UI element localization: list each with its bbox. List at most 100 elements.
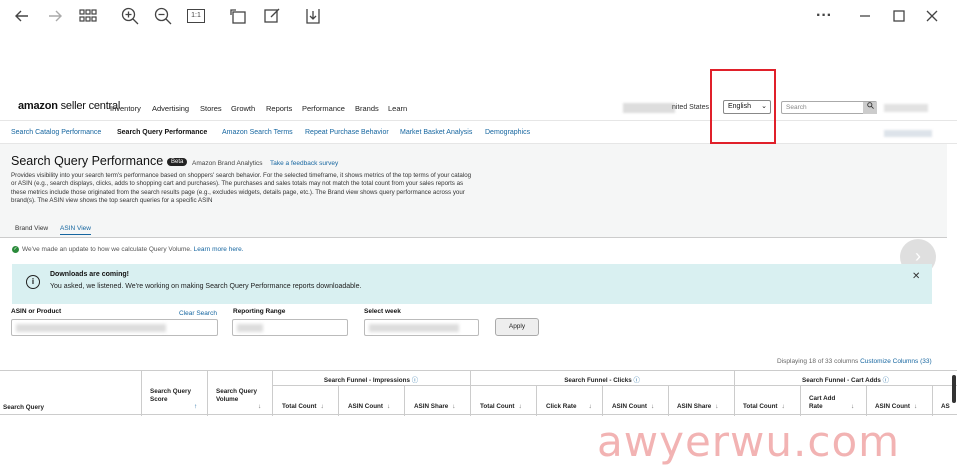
tab-market-basket-analysis[interactable]: Market Basket Analysis — [400, 129, 472, 136]
rotate-icon[interactable] — [228, 6, 248, 26]
col-divider — [338, 385, 339, 416]
col-clicks-asin-share[interactable]: ASIN Share ↓ — [677, 403, 718, 411]
search-icon[interactable] — [863, 102, 877, 114]
range-input-blur — [237, 324, 263, 332]
nav-inventory[interactable]: Inventory — [110, 104, 141, 113]
alert-title: Downloads are coming! — [50, 271, 129, 278]
reporting-range-select[interactable] — [232, 319, 348, 336]
nav-stores[interactable]: Stores — [200, 104, 222, 113]
vertical-scrollbar[interactable] — [952, 375, 956, 403]
actual-size-icon[interactable]: 1:1 — [186, 6, 206, 26]
nav-advertising[interactable]: Advertising — [152, 104, 189, 113]
col-divider — [866, 385, 867, 416]
col-cart-total[interactable]: Total Count ↓ — [743, 403, 785, 411]
tab-search-query-performance[interactable]: Search Query Performance — [117, 129, 207, 136]
update-notice: ✓ We've made an update to how we calculat… — [12, 246, 244, 253]
more-icon[interactable]: ··· — [814, 6, 834, 26]
update-text: We've made an update to how we calculate… — [22, 246, 192, 254]
columns-info: Displaying 18 of 33 columns Customize Co… — [777, 358, 932, 365]
col-search-query-volume[interactable]: Search Query Volume ↓ — [216, 388, 266, 410]
marketplace-label: nited States — [672, 104, 709, 111]
col-label: Click Rate — [546, 403, 577, 410]
col-search-query[interactable]: Search Query — [3, 404, 44, 412]
week-select[interactable] — [364, 319, 479, 336]
asin-input[interactable] — [11, 319, 218, 336]
edit-icon[interactable] — [262, 6, 282, 26]
col-impressions-asin-share[interactable]: ASIN Share ↓ — [414, 403, 455, 411]
col-cart-asin-count[interactable]: ASIN Count ↓ — [875, 403, 917, 411]
col-label: ASIN Count — [348, 403, 383, 410]
marketplace-blur — [623, 103, 675, 113]
zoom-in-icon[interactable] — [120, 6, 140, 26]
marketplace-selector[interactable]: nited States — [623, 102, 713, 114]
col-divider — [668, 385, 669, 416]
sort-down-arrow-icon[interactable]: ↓ — [782, 403, 785, 410]
nav-growth[interactable]: Growth — [231, 104, 255, 113]
back-arrow-icon[interactable] — [12, 6, 32, 26]
zoom-out-icon[interactable] — [153, 6, 173, 26]
columns-count-text: Displaying 18 of 33 columns — [777, 358, 859, 365]
search-placeholder: Search — [786, 104, 807, 111]
col-click-rate[interactable]: Click Rate ↓ — [546, 403, 592, 411]
nav-performance[interactable]: Performance — [302, 104, 345, 113]
results-table-header: Search Query Search Query Score ↑ Search … — [0, 370, 957, 416]
sort-down-arrow-icon[interactable]: ↓ — [387, 403, 390, 410]
tab-search-catalog-performance[interactable]: Search Catalog Performance — [11, 129, 101, 136]
clear-search-link[interactable]: Clear Search — [179, 310, 217, 317]
sort-down-arrow-icon[interactable]: ↓ — [715, 403, 718, 410]
nav-reports[interactable]: Reports — [266, 104, 292, 113]
close-icon[interactable] — [922, 6, 942, 26]
col-cart-add-rate[interactable]: Cart Add Rate ↓ — [809, 395, 854, 410]
sort-down-arrow-icon[interactable]: ↓ — [588, 403, 591, 410]
page-description: Provides visibility into your search ter… — [11, 172, 472, 205]
select-week-label: Select week — [364, 308, 401, 315]
help-icon[interactable]: ⓘ — [412, 377, 418, 384]
tab-brand-view[interactable]: Brand View — [15, 225, 48, 232]
sort-down-arrow-icon[interactable]: ↓ — [851, 403, 854, 411]
sort-up-arrow-icon[interactable]: ↑ — [194, 403, 197, 411]
sort-down-arrow-icon[interactable]: ↓ — [258, 403, 261, 411]
sort-down-arrow-icon[interactable]: ↓ — [651, 403, 654, 410]
image-viewer-toolbar: 1:1 ··· — [0, 0, 957, 32]
nav-brands[interactable]: Brands — [355, 104, 379, 113]
col-divider — [602, 385, 603, 416]
maximize-icon[interactable] — [889, 6, 909, 26]
tab-repeat-purchase-behavior[interactable]: Repeat Purchase Behavior — [305, 129, 389, 136]
apply-button[interactable]: Apply — [495, 318, 539, 336]
group-cart-adds: Search Funnel - Cart Adds ⓘ — [734, 375, 957, 384]
col-label: Total Count — [282, 403, 317, 410]
forward-arrow-icon[interactable] — [45, 6, 65, 26]
col-search-query-score[interactable]: Search Query Score ↑ — [150, 388, 200, 410]
col-label: Total Count — [743, 403, 778, 410]
tab-amazon-search-terms[interactable]: Amazon Search Terms — [222, 129, 293, 136]
annotation-highlight-box — [710, 69, 776, 144]
col-clicks-asin-count[interactable]: ASIN Count ↓ — [612, 403, 654, 411]
nav-learn[interactable]: Learn — [388, 104, 407, 113]
learn-more-link[interactable]: Learn more here. — [194, 246, 244, 253]
grid-icon[interactable] — [78, 6, 98, 26]
help-icon[interactable]: ⓘ — [883, 377, 889, 384]
feedback-survey-link[interactable]: Take a feedback survey — [270, 160, 338, 167]
customize-columns-link[interactable]: Customize Columns (33) — [860, 358, 932, 365]
col-divider — [932, 385, 933, 416]
help-icon[interactable]: ⓘ — [634, 377, 640, 384]
col-divider — [536, 385, 537, 416]
tab-demographics[interactable]: Demographics — [485, 129, 530, 136]
minimize-icon[interactable] — [855, 6, 875, 26]
col-clicks-total[interactable]: Total Count ↓ — [480, 403, 522, 411]
col-label: ASIN Count — [612, 403, 647, 410]
sort-down-arrow-icon[interactable]: ↓ — [519, 403, 522, 410]
col-impressions-asin-count[interactable]: ASIN Count ↓ — [348, 403, 390, 411]
sort-down-arrow-icon[interactable]: ↓ — [452, 403, 455, 410]
col-impressions-total[interactable]: Total Count ↓ — [282, 403, 324, 411]
account-menu[interactable] — [884, 104, 928, 112]
amazon-seller-central-logo[interactable]: amazon seller central — [18, 100, 120, 112]
col-cart-asin-share[interactable]: AS — [941, 403, 950, 411]
sort-down-arrow-icon[interactable]: ↓ — [321, 403, 324, 410]
watermark: awyerwu.com — [597, 417, 901, 466]
download-icon[interactable] — [303, 6, 323, 26]
alert-close-icon[interactable]: ✕ — [912, 271, 920, 282]
sort-down-arrow-icon[interactable]: ↓ — [914, 403, 917, 410]
col-label: ASIN Share — [677, 403, 712, 410]
tab-asin-view[interactable]: ASIN View — [60, 225, 91, 235]
